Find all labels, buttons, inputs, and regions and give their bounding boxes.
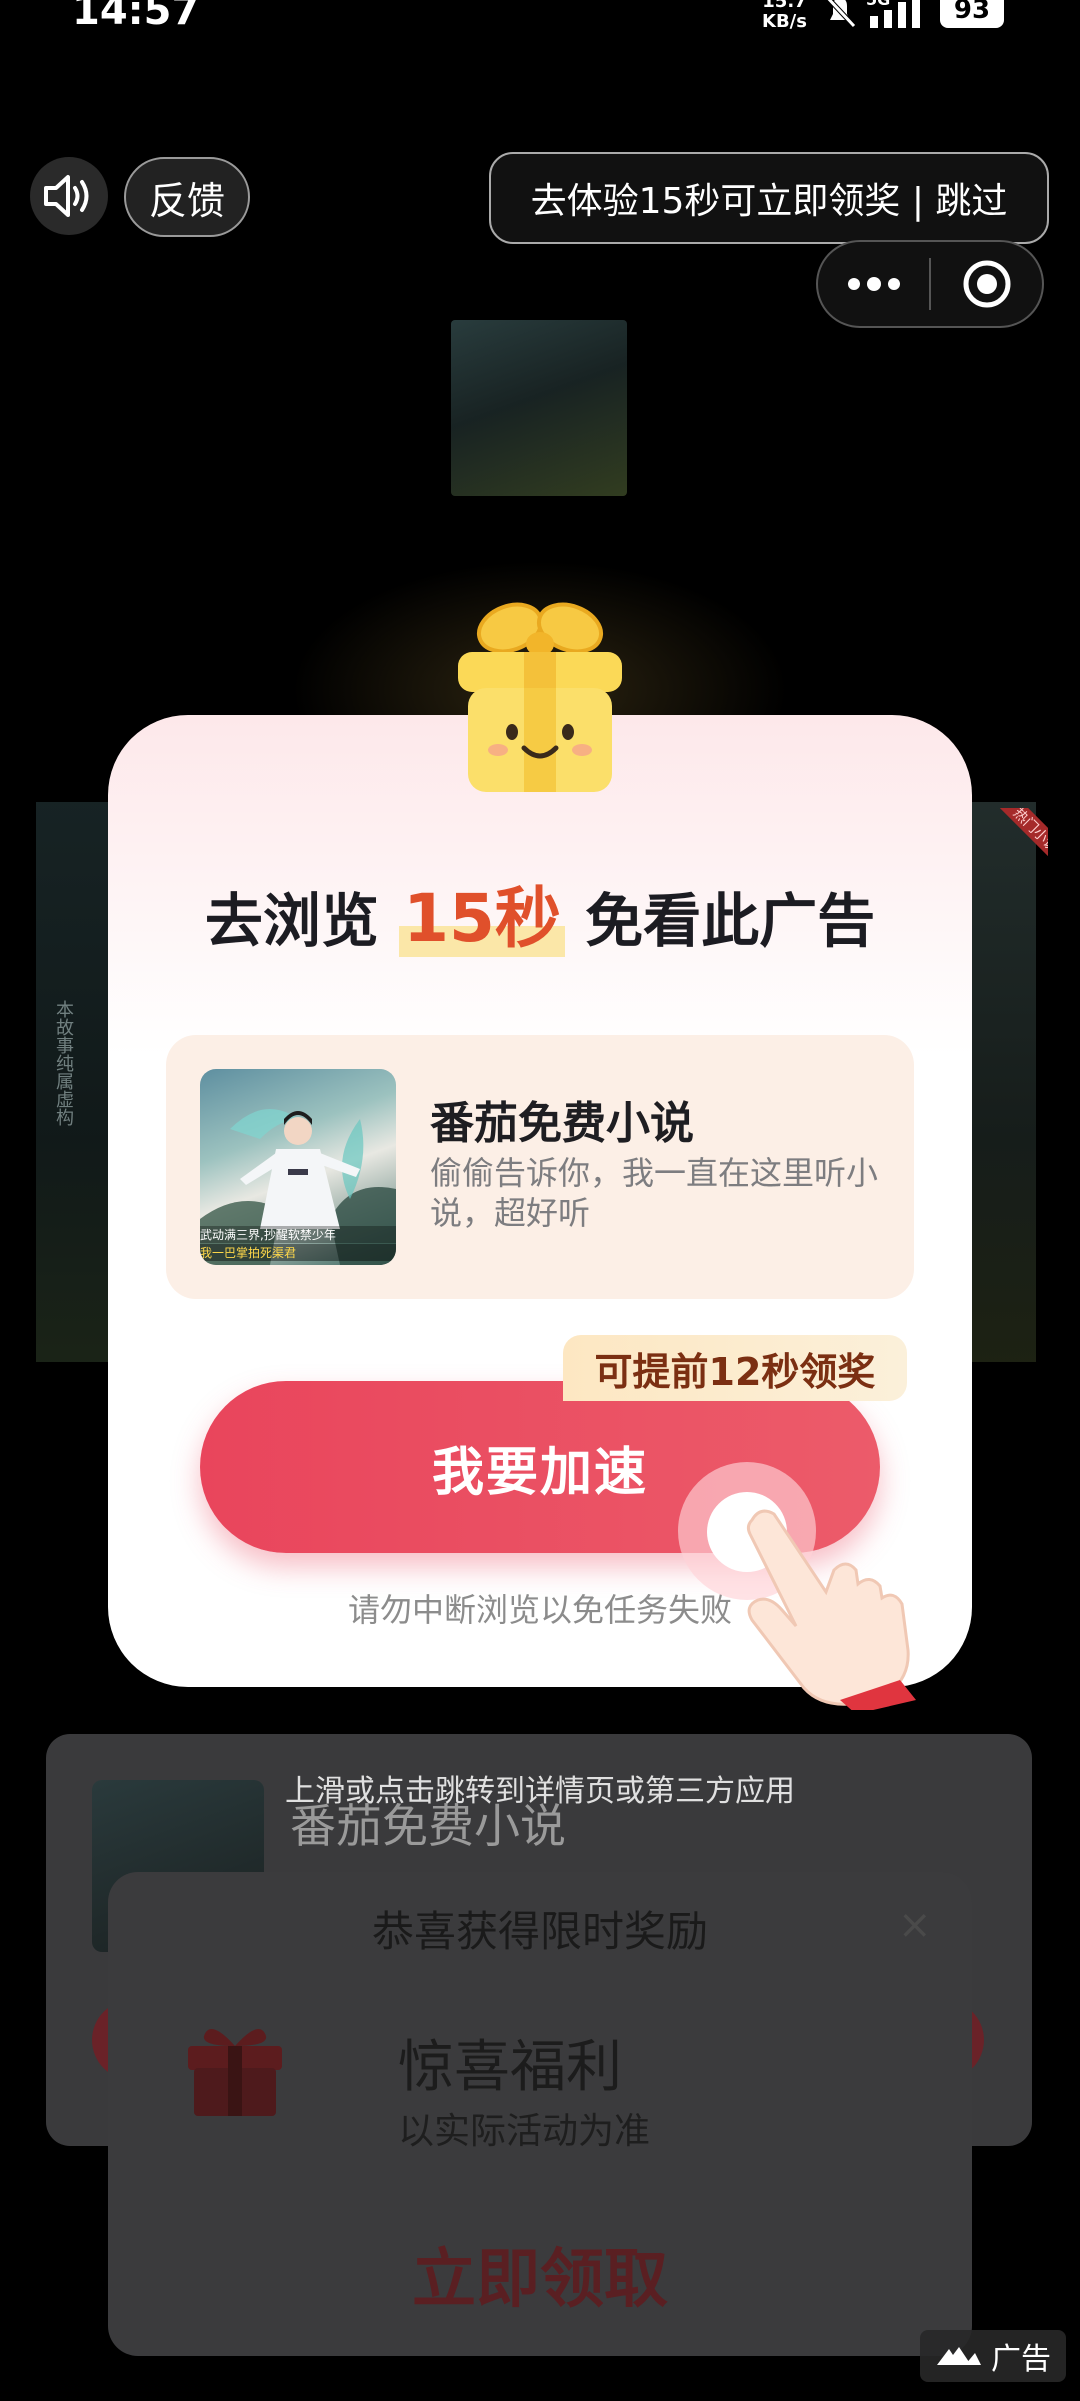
status-bar: 14:57 15.7 KB/s 5G 93: [0, 0, 1080, 40]
early-reward-badge: 可提前12秒领奖: [563, 1335, 907, 1401]
mute-bell-icon: [826, 0, 856, 28]
net-speed-unit: KB/s: [762, 11, 807, 32]
background-left-panel: [36, 802, 112, 1362]
skip-button[interactable]: 去体验15秒可立即领奖 | 跳过: [489, 152, 1049, 244]
ad-label-text: 广告: [991, 2342, 1051, 2377]
reward-popup: 恭喜获得限时奖励 × 惊喜福利 以实际活动为准 立即领取: [108, 1872, 972, 2356]
feedback-button[interactable]: 反馈: [124, 157, 250, 237]
claim-now-button[interactable]: 立即领取: [108, 2228, 972, 2320]
pointing-hand-icon: [746, 1509, 916, 1710]
app-promo-card[interactable]: 武动满三界,抄醒软禁少年 我一巴掌拍死渠君 番茄免费小说 偷偷告诉你，我一直在这…: [166, 1035, 914, 1299]
promo-image-caption: 武动满三界,抄醒软禁少年: [200, 1226, 396, 1243]
app-name: 番茄免费小说: [430, 1098, 694, 1149]
background-disclaimer-text: 本故事纯属虚构: [53, 1000, 74, 1126]
target-close-icon: [963, 260, 1010, 308]
red-gift-icon: [188, 2028, 282, 2116]
reward-close-icon[interactable]: ×: [898, 1902, 932, 1948]
reward-title: 惊喜福利: [398, 2035, 622, 2100]
ribbon-text: 热门小说: [988, 808, 1048, 868]
ad-network-logo-icon: [937, 2347, 981, 2365]
reward-heading: 恭喜获得限时奖励: [371, 1907, 708, 1956]
title-highlight-seconds: 15秒: [399, 880, 565, 957]
battery-indicator: 93: [940, 0, 1004, 28]
ad-label: 广告: [920, 2330, 1066, 2382]
signal-icon: [870, 0, 920, 28]
smiling-gift-box-icon: [458, 602, 622, 792]
dialog-title: 去浏览 15秒 免看此广告: [108, 865, 972, 961]
app-description: 偷偷告诉你，我一直在这里听小说，超好听: [430, 1154, 879, 1232]
title-suffix: 免看此广告: [585, 887, 876, 955]
background-ribbon: 热门小说: [988, 808, 1048, 868]
title-prefix: 去浏览: [204, 887, 379, 955]
speaker-icon: [44, 175, 89, 217]
background-video-thumbnail: [451, 320, 627, 496]
more-button[interactable]: [818, 242, 929, 326]
promo-image-caption-2: 我一巴掌拍死渠君: [200, 1244, 396, 1261]
status-time: 14:57: [72, 0, 200, 34]
miniapp-capsule: [816, 240, 1044, 328]
close-miniapp-button[interactable]: [931, 242, 1042, 326]
swipe-hint: 上滑或点击跳转到详情页或第三方应用: [285, 1774, 795, 1809]
reward-subtitle: 以实际活动为准: [398, 2111, 651, 2152]
sound-toggle-button[interactable]: [30, 157, 108, 235]
app-promo-image: 武动满三界,抄醒软禁少年 我一巴掌拍死渠君: [200, 1069, 396, 1265]
background-right-panel: [968, 802, 1036, 1362]
more-dots-icon: [847, 277, 900, 291]
net-speed: 15.7 KB/s: [762, 0, 807, 32]
